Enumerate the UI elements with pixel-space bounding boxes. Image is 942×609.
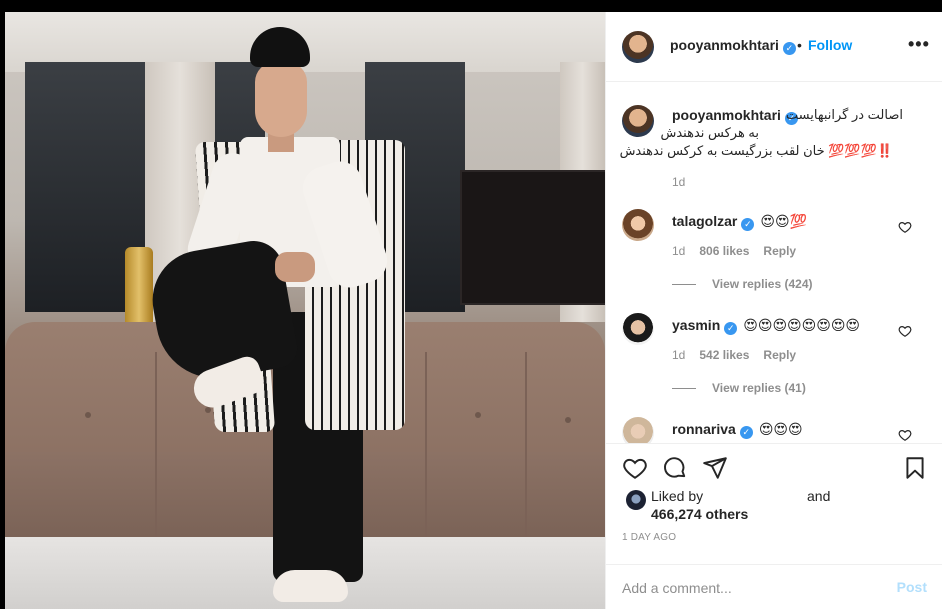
caption-line-1: اصالت در گرانبهایست xyxy=(785,107,903,122)
comment-time[interactable]: 1d xyxy=(672,244,685,258)
action-bar xyxy=(606,443,942,487)
comment-like-heart-icon[interactable] xyxy=(898,324,912,338)
separator-dot: • xyxy=(797,37,802,53)
comment-username-text[interactable]: yasmin xyxy=(672,317,720,333)
view-replies-button[interactable]: View replies (41) xyxy=(672,381,806,395)
liker-avatar[interactable] xyxy=(626,490,646,510)
add-comment-bar: Post xyxy=(606,564,942,609)
caption-username-text[interactable]: pooyanmokhtari xyxy=(672,107,781,123)
post-header: pooyanmokhtari ✓ • Follow ••• xyxy=(606,12,942,82)
comment-likes[interactable]: 542 likes xyxy=(699,348,749,362)
post-side-panel: pooyanmokhtari ✓ • Follow ••• pooyanmokht… xyxy=(605,12,942,609)
comments-list[interactable]: pooyanmokhtari ✓ اصالت در گرانبهایست به ه… xyxy=(606,83,942,443)
comment-username[interactable]: yasmin ✓ 😍😍😍😍😍😍😍😍 xyxy=(672,317,860,335)
comment-like-heart-icon[interactable] xyxy=(898,220,912,234)
comment-username[interactable]: ronnariva ✓ 😍😍😍 xyxy=(672,421,803,439)
person-hand xyxy=(275,252,315,282)
caption-line-3: ‼️💯💯💯 خان لقب بزرگیست به کرکس ندهندش xyxy=(619,143,893,158)
view-replies-button[interactable]: View replies (424) xyxy=(672,277,813,291)
reply-button[interactable]: Reply xyxy=(763,244,796,258)
comment-username-text[interactable]: ronnariva xyxy=(672,421,736,437)
comment-meta: 1d 806 likes Reply xyxy=(672,244,796,258)
replies-line xyxy=(672,284,696,286)
comment-time[interactable]: 1d xyxy=(672,348,685,362)
comment-text: 😍😍😍 xyxy=(758,421,803,437)
person-shoe xyxy=(273,570,348,602)
bookmark-icon[interactable] xyxy=(902,455,928,481)
comment-text: 😍😍😍😍😍😍😍😍 xyxy=(743,317,861,333)
author-avatar[interactable] xyxy=(622,31,654,63)
comment-like-heart-icon[interactable] xyxy=(898,428,912,442)
likes-count[interactable]: 466,274 others xyxy=(651,506,748,522)
comment-text: 😍😍💯 xyxy=(760,213,807,229)
post-photo[interactable] xyxy=(5,12,605,609)
author-username-text[interactable]: pooyanmokhtari xyxy=(670,37,779,53)
commenter-avatar[interactable] xyxy=(622,417,654,443)
comment-likes[interactable]: 806 likes xyxy=(699,244,749,258)
heart-icon[interactable] xyxy=(622,455,648,481)
add-comment-input[interactable] xyxy=(622,578,882,598)
more-options-icon[interactable]: ••• xyxy=(908,34,930,55)
follow-button[interactable]: Follow xyxy=(808,37,852,53)
commenter-avatar[interactable] xyxy=(622,209,654,241)
replies-line xyxy=(672,388,696,390)
commenter-avatar[interactable] xyxy=(622,313,654,345)
reply-button[interactable]: Reply xyxy=(763,348,796,362)
comment-meta: 1d 542 likes Reply xyxy=(672,348,796,362)
person-face xyxy=(255,62,307,137)
view-replies-text[interactable]: View replies (424) xyxy=(712,277,813,291)
post-date[interactable]: 1 DAY AGO xyxy=(622,532,676,543)
comment-username-text[interactable]: talagolzar xyxy=(672,213,737,229)
liked-by-label: Liked by xyxy=(651,488,704,504)
verified-badge-icon: ✓ xyxy=(782,42,796,55)
verified-badge-icon: ✓ xyxy=(739,426,753,439)
verified-badge-icon: ✓ xyxy=(741,218,755,231)
caption-avatar[interactable] xyxy=(622,105,654,137)
comment-icon[interactable] xyxy=(662,455,688,481)
caption-username[interactable]: pooyanmokhtari ✓ xyxy=(672,107,798,125)
paper-plane-icon[interactable] xyxy=(702,455,728,481)
liked-by-and: and xyxy=(807,488,831,504)
comment-username[interactable]: talagolzar ✓ 😍😍💯 xyxy=(672,213,807,231)
photo-person xyxy=(5,12,605,609)
caption-line-2: به هرکس ندهندش xyxy=(660,125,759,140)
caption-time[interactable]: 1d xyxy=(672,175,685,189)
view-replies-text[interactable]: View replies (41) xyxy=(712,381,806,395)
post-comment-button[interactable]: Post xyxy=(897,579,927,595)
author-username[interactable]: pooyanmokhtari ✓ xyxy=(670,37,796,55)
verified-badge-icon: ✓ xyxy=(724,322,738,335)
person-hat xyxy=(250,27,310,67)
